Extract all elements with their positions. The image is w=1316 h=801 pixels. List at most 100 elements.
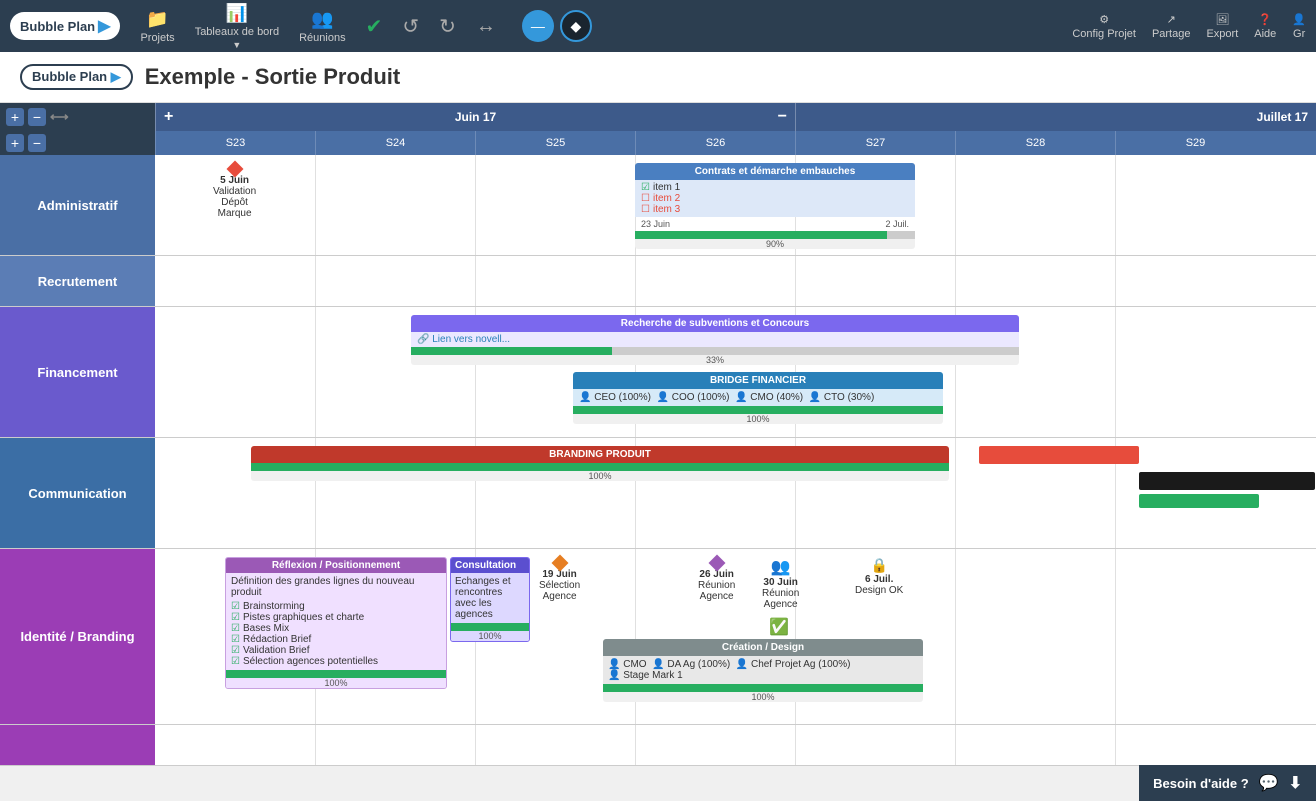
user-icon: 👤 bbox=[1292, 13, 1306, 26]
ci-check-2: ☑ bbox=[231, 612, 240, 623]
check-icon-1: ☑ bbox=[641, 182, 650, 193]
task-contrats[interactable]: Contrats et démarche embauches ☑ item 1 … bbox=[635, 163, 915, 249]
vline-r3 bbox=[635, 256, 636, 306]
week-s29: S29 bbox=[1115, 131, 1275, 155]
person-icon-3: 👤 bbox=[735, 392, 747, 403]
reflexion-progress-fill bbox=[226, 670, 446, 678]
ci-check-3: ☑ bbox=[231, 623, 240, 634]
consult-progress-label: 100% bbox=[451, 631, 529, 641]
nav-config[interactable]: ⚙ Config Projet bbox=[1072, 13, 1136, 40]
week-s28: S28 bbox=[955, 131, 1115, 155]
row-extra bbox=[0, 725, 1316, 766]
help-label: Besoin d'aide ? bbox=[1153, 776, 1249, 791]
data-communication[interactable]: BRANDING PRODUIT 100% bbox=[155, 438, 1316, 548]
top-navigation: Bubble Plan ▶ 📁 Projets 📊 Tableaux de bo… bbox=[0, 0, 1316, 52]
ms-label-3a: Réunion bbox=[762, 588, 799, 599]
progress-label-2: 33% bbox=[411, 355, 1019, 365]
vline-r1 bbox=[315, 256, 316, 306]
task-contrats-header: Contrats et démarche embauches bbox=[635, 163, 915, 180]
task-branding[interactable]: BRANDING PRODUIT 100% bbox=[251, 446, 949, 481]
week-s26: S26 bbox=[635, 131, 795, 155]
task-bridge[interactable]: BRIDGE FINANCIER 👤 CEO (100%) 👤 COO (100… bbox=[573, 372, 943, 424]
zoom-out-button[interactable]: − bbox=[28, 108, 46, 126]
nav-gr[interactable]: 👤 Gr bbox=[1292, 13, 1306, 40]
task-bridge-persons: 👤 CEO (100%) 👤 COO (100%) 👤 CMO (40%) 👤 … bbox=[573, 389, 943, 406]
task-recherche[interactable]: Recherche de subventions et Concours 🔗 L… bbox=[411, 315, 1019, 365]
download-icon[interactable]: ⬇ bbox=[1289, 773, 1302, 793]
check-icon[interactable]: ✔ bbox=[366, 14, 383, 39]
juin-plus-icon[interactable]: + bbox=[164, 108, 173, 126]
vline-i6 bbox=[1115, 549, 1116, 724]
vline-r6 bbox=[1115, 256, 1116, 306]
undo-icon[interactable]: ↺ bbox=[402, 14, 419, 39]
task-contrats-progress bbox=[635, 231, 915, 239]
zoom-in-button[interactable]: + bbox=[6, 108, 24, 126]
nav-partage-label: Partage bbox=[1152, 28, 1191, 40]
nav-projets[interactable]: 📁 Projets bbox=[140, 9, 174, 44]
ref-item-4: ☑ Rédaction Brief bbox=[231, 634, 441, 645]
circle-blue[interactable]: — bbox=[522, 10, 554, 42]
nav-aide-label: Aide bbox=[1254, 28, 1276, 40]
person-icon-c4: 👤 bbox=[608, 670, 620, 681]
month-juillet-label: Juillet 17 bbox=[1257, 110, 1308, 124]
progress-label-4: 100% bbox=[251, 471, 949, 481]
vline-e3 bbox=[635, 725, 636, 765]
gantt-body[interactable]: Administratif 5 Juin Validation D bbox=[0, 155, 1316, 800]
milestone-validation[interactable]: 5 Juin Validation Dépôt Marque bbox=[213, 163, 256, 219]
nav-aide[interactable]: ❓ Aide bbox=[1254, 13, 1276, 40]
creation-progress-fill bbox=[603, 684, 923, 692]
image-icon: 🖼 bbox=[1215, 13, 1229, 26]
week-zoom-in[interactable]: + bbox=[6, 134, 24, 152]
nav-export-label: Export bbox=[1206, 28, 1238, 40]
task-creation[interactable]: Création / Design 👤 CMO 👤 DA Ag (100%) 👤… bbox=[603, 639, 923, 702]
task-branding-progress bbox=[251, 463, 949, 471]
vline-f1 bbox=[315, 307, 316, 437]
ci-check-1: ☑ bbox=[231, 601, 240, 612]
ci-check-4: ☑ bbox=[231, 634, 240, 645]
data-recrutement[interactable] bbox=[155, 256, 1316, 306]
task-consultation[interactable]: Consultation Echanges et rencontres avec… bbox=[450, 557, 530, 642]
vline-r4 bbox=[795, 256, 796, 306]
week-header: + − S23 S24 S25 S26 S27 S28 S29 bbox=[0, 131, 1316, 155]
row-financement: Financement Recherche de subventions et … bbox=[0, 307, 1316, 438]
nav-export[interactable]: 🖼 Export bbox=[1206, 13, 1238, 40]
juin-minus-icon[interactable]: − bbox=[778, 108, 787, 126]
data-financement[interactable]: Recherche de subventions et Concours 🔗 L… bbox=[155, 307, 1316, 437]
label-financement: Financement bbox=[0, 307, 155, 437]
ms-label-4: Design OK bbox=[855, 585, 903, 596]
task-reflexion[interactable]: Réflexion / Positionnement Définition de… bbox=[225, 557, 447, 689]
scroll-arrow-icon: ⟷ bbox=[50, 109, 69, 125]
milestone-design[interactable]: 🔒 6 Juil. Design OK bbox=[855, 557, 903, 596]
vline-1 bbox=[315, 155, 316, 255]
nav-partage[interactable]: ↗ Partage bbox=[1152, 13, 1191, 40]
ref-item-3: ☑ Bases Mix bbox=[231, 623, 441, 634]
help-bar[interactable]: Besoin d'aide ? 💬 ⬇ bbox=[1139, 765, 1316, 801]
logo-arrow: ▶ bbox=[98, 16, 110, 36]
vline-e1 bbox=[315, 725, 316, 765]
milestone-reunion1[interactable]: 26 Juin Réunion Agence bbox=[698, 557, 735, 602]
row-identite: Identité / Branding Réflexion / Position… bbox=[0, 549, 1316, 725]
ms-date-3: 30 Juin bbox=[763, 577, 797, 588]
milestone-selection[interactable]: 19 Juin Sélection Agence bbox=[539, 557, 580, 602]
redo-icon[interactable]: ↻ bbox=[439, 14, 456, 39]
person-icon-2: 👤 bbox=[656, 392, 668, 403]
milestone-reunion2[interactable]: 👥 30 Juin Réunion Agence bbox=[762, 557, 799, 610]
row-recrutement: Recrutement bbox=[0, 256, 1316, 307]
vline-r5 bbox=[955, 256, 956, 306]
data-identite[interactable]: Réflexion / Positionnement Définition de… bbox=[155, 549, 1316, 724]
date-start: 23 Juin bbox=[641, 219, 670, 229]
app-logo[interactable]: Bubble Plan ▶ bbox=[10, 12, 120, 40]
chat-icon[interactable]: 💬 bbox=[1259, 773, 1279, 793]
item-3-label: item 3 bbox=[653, 204, 680, 215]
nav-reunions[interactable]: 👥 Réunions bbox=[299, 9, 345, 44]
progress-fill-2 bbox=[411, 347, 612, 355]
date-end: 2 Juil. bbox=[885, 219, 909, 229]
week-zoom-out[interactable]: − bbox=[28, 134, 46, 152]
arrow-icon[interactable]: ↔ bbox=[476, 15, 496, 38]
circle-dark[interactable]: ◆ bbox=[560, 10, 592, 42]
vline-2 bbox=[475, 155, 476, 255]
nav-tableaux[interactable]: 📊 Tableaux de bord ▼ bbox=[195, 3, 279, 50]
vline-i5 bbox=[955, 549, 956, 724]
data-administratif[interactable]: 5 Juin Validation Dépôt Marque Contrats … bbox=[155, 155, 1316, 255]
link-text[interactable]: 🔗 Lien vers novell... bbox=[417, 334, 510, 345]
